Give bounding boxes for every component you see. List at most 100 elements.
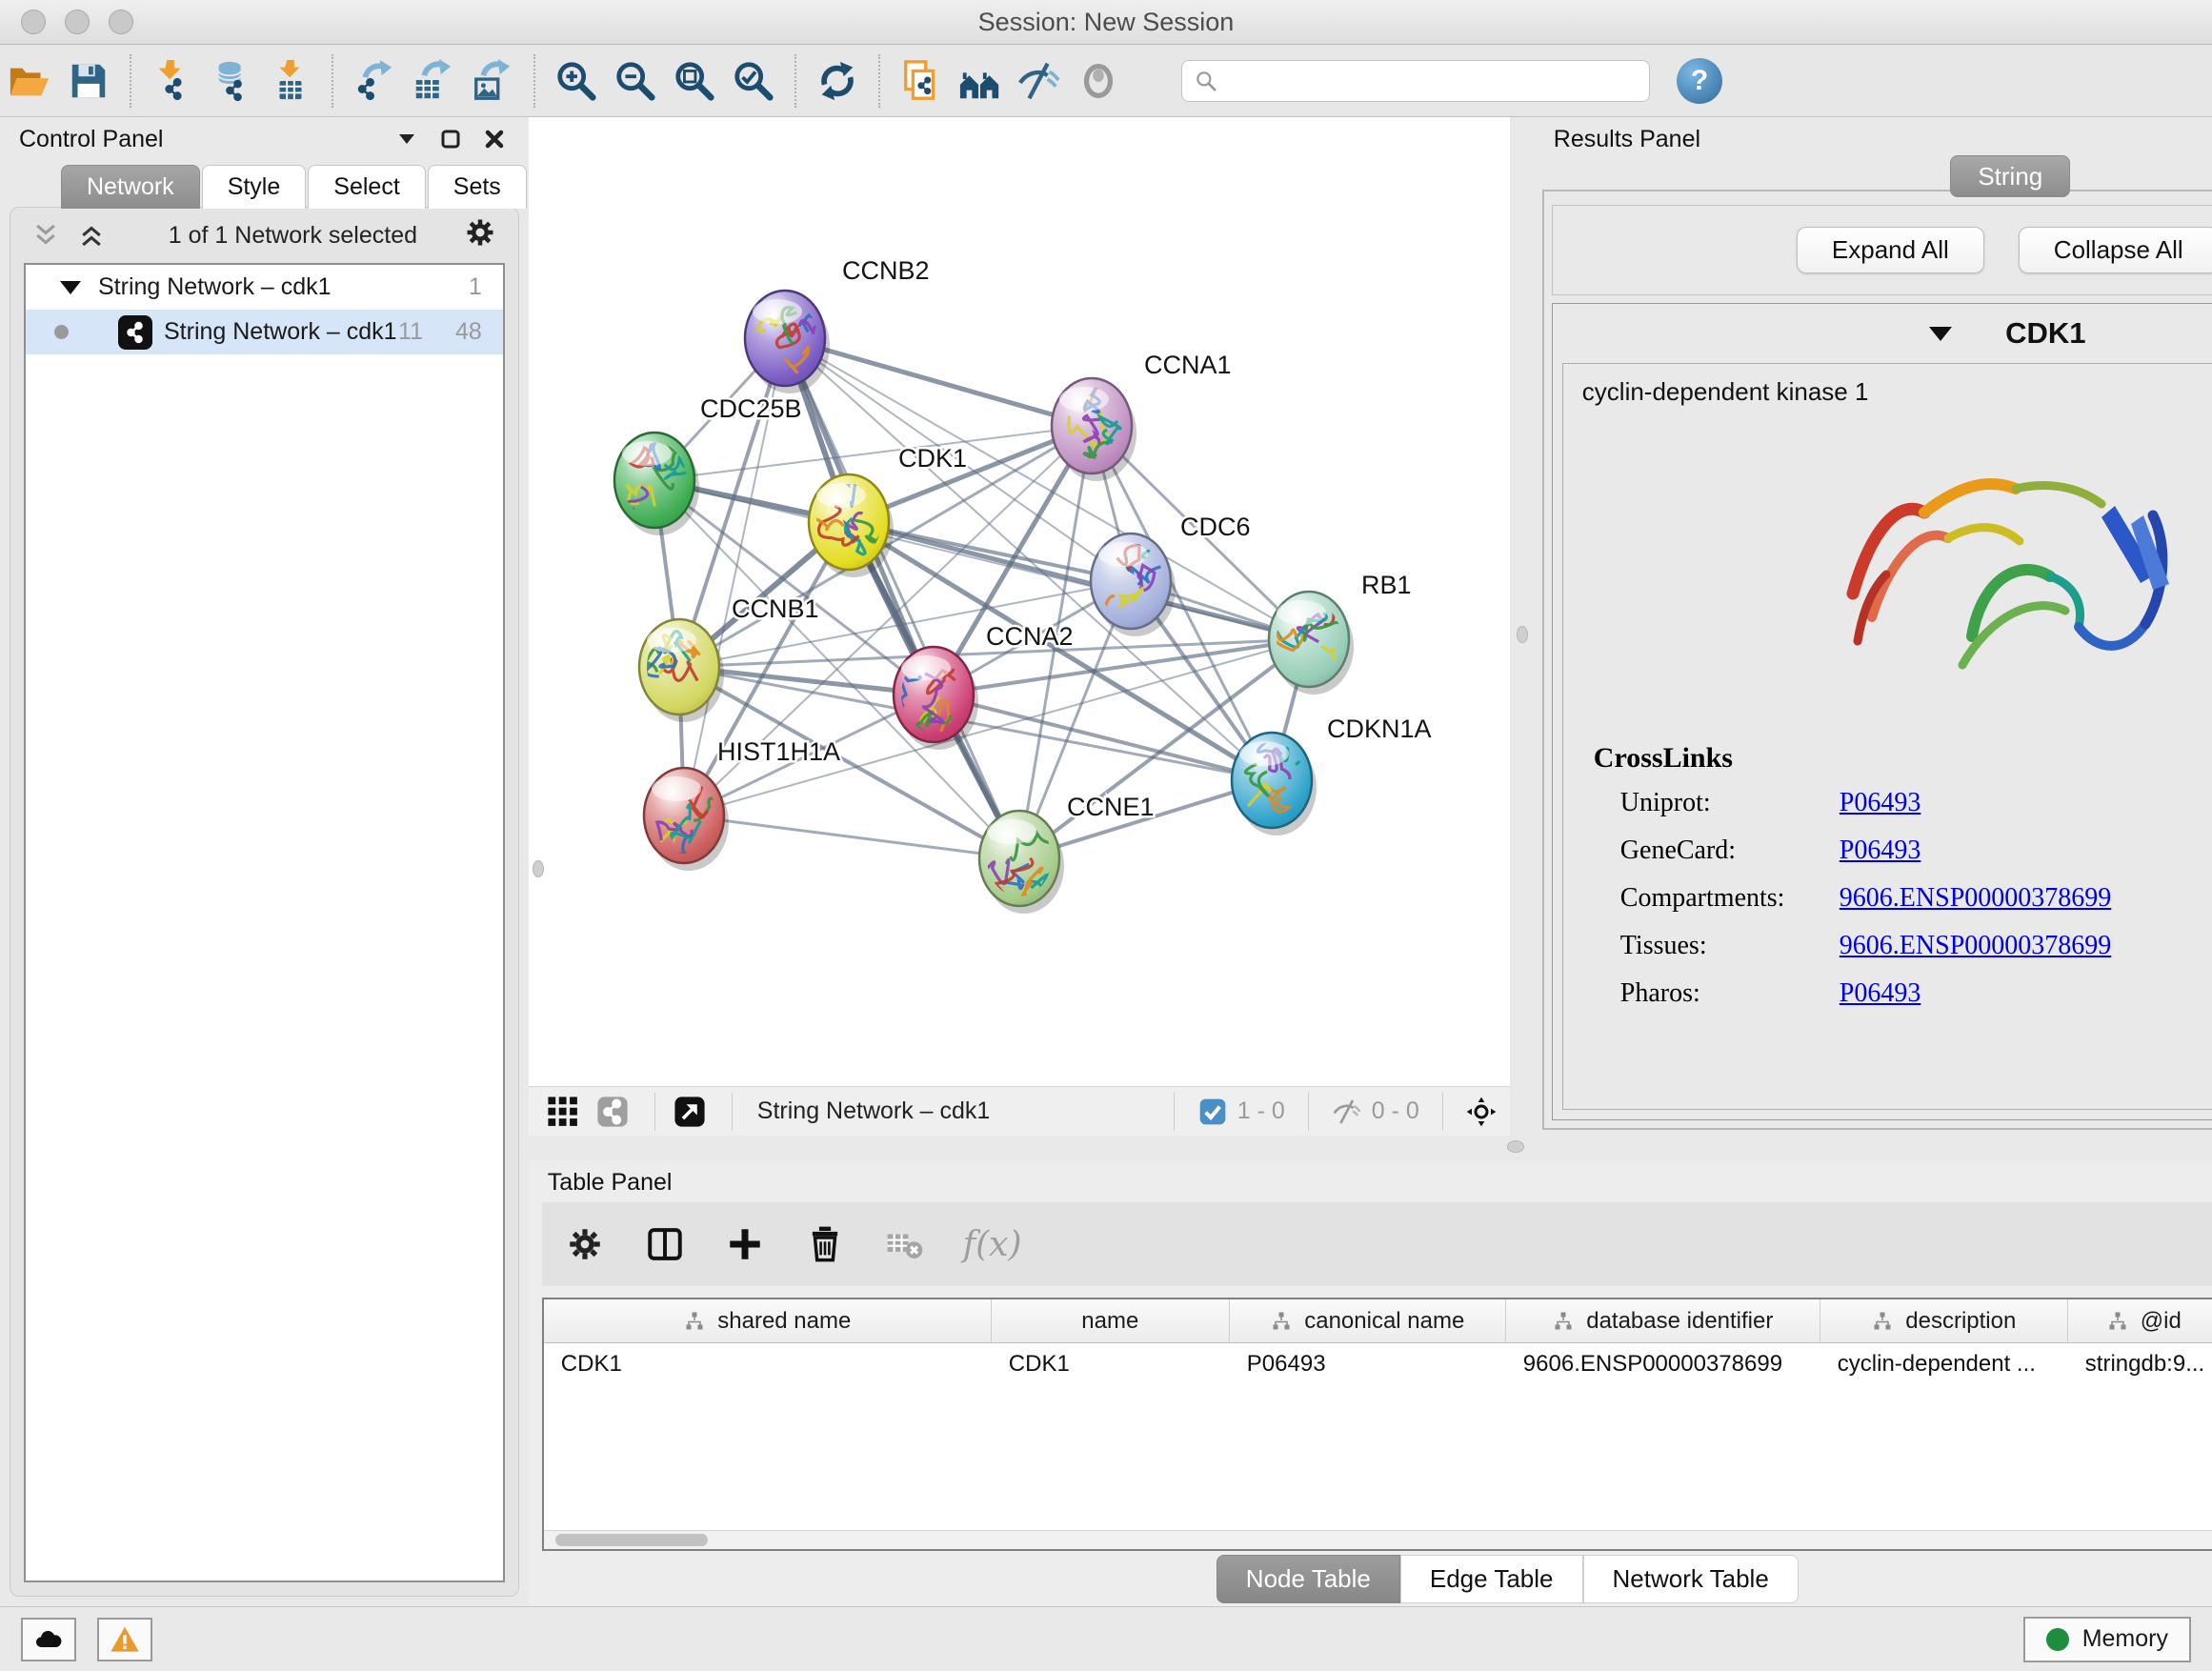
fit-content-crosshair-icon[interactable] — [1466, 1097, 1497, 1127]
help-button[interactable]: ? — [1677, 58, 1722, 104]
table-row[interactable]: CDK1CDK1P064939606.ENSP00000378699cyclin… — [544, 1343, 2212, 1385]
toolbar-separator — [794, 54, 796, 108]
tab-select[interactable]: Select — [308, 165, 425, 209]
column-header-id[interactable]: @id — [2068, 1299, 2212, 1342]
table-cell[interactable]: cyclin-dependent ... — [1820, 1343, 2068, 1385]
column-header-canonical-name[interactable]: canonical name — [1230, 1299, 1506, 1342]
network-node-CCNA1[interactable]: CCNA1 — [1052, 351, 1232, 481]
table-cell[interactable]: CDK1 — [544, 1343, 992, 1385]
network-options-gear-icon[interactable] — [463, 215, 497, 256]
column-header-database-identifier[interactable]: database identifier — [1506, 1299, 1820, 1342]
column-header-description[interactable]: description — [1820, 1299, 2068, 1342]
network-edge[interactable] — [684, 815, 1019, 858]
splitter-handle[interactable] — [1507, 1140, 1524, 1153]
hide-panels-icon[interactable] — [1010, 51, 1069, 111]
crosslink-link[interactable]: P06493 — [1840, 978, 1921, 1009]
zoom-fit-icon[interactable] — [665, 51, 724, 111]
panel-collapse-icon[interactable] — [395, 128, 418, 151]
network-view: CCNB2CCNA1CDC25BCDK1CDC6RB1CCNB1CCNA2CDK… — [529, 117, 1510, 1136]
crosslink-link[interactable]: P06493 — [1840, 788, 1921, 818]
table-cell[interactable]: P06493 — [1230, 1343, 1506, 1385]
network-node-HIST1H1A[interactable]: HIST1H1A — [644, 737, 840, 873]
gene-card-header[interactable]: CDK1 — [1553, 304, 2212, 363]
network-edge[interactable] — [785, 338, 1019, 858]
table-cell[interactable]: 9606.ENSP00000378699 — [1506, 1343, 1820, 1385]
manage-network-files-icon[interactable] — [892, 51, 951, 111]
splitter-handle[interactable] — [533, 860, 544, 877]
tab-node-table[interactable]: Node Table — [1217, 1555, 1400, 1603]
save-session-icon[interactable] — [59, 51, 118, 111]
network-node-CCNE1[interactable]: CCNE1 — [962, 793, 1154, 914]
column-header-shared-name[interactable]: shared name — [544, 1299, 992, 1342]
selected-checkbox-icon[interactable] — [1197, 1097, 1228, 1127]
network-collection-row[interactable]: String Network – cdk1 1 — [26, 265, 503, 310]
splitter-handle[interactable] — [1517, 626, 1528, 643]
warning-status-button[interactable] — [97, 1618, 152, 1661]
export-table-icon[interactable] — [404, 51, 463, 111]
network-tree: String Network – cdk1 1 String Network –… — [24, 263, 505, 1582]
import-database-icon[interactable] — [202, 51, 261, 111]
gene-card-expander-icon[interactable] — [1929, 327, 1952, 341]
node-label: CCNB1 — [732, 594, 819, 623]
column-type-icon — [2106, 1310, 2129, 1333]
open-in-new-window-icon[interactable] — [669, 1093, 711, 1131]
table-options-gear-icon[interactable] — [557, 1217, 613, 1272]
grid-view-icon[interactable] — [542, 1093, 584, 1131]
tab-style[interactable]: Style — [202, 165, 307, 209]
create-column-plus-icon[interactable] — [717, 1217, 773, 1272]
panel-close-icon[interactable] — [483, 128, 506, 151]
network-node-CDC6[interactable]: CDC6 — [1091, 513, 1251, 647]
export-image-icon[interactable] — [463, 51, 522, 111]
export-network-icon[interactable] — [345, 51, 404, 111]
table-tabs: Node Table Edge Table Network Table — [529, 1551, 2212, 1606]
crosslink-link[interactable]: 9606.ENSP00000378699 — [1840, 883, 2111, 914]
memory-button[interactable]: Memory — [2023, 1617, 2191, 1662]
network-row-selected[interactable]: String Network – cdk1 11 48 — [26, 310, 503, 354]
gene-name: CDK1 — [2005, 316, 2085, 351]
tab-string[interactable]: String — [1950, 155, 2070, 197]
network-edge[interactable] — [785, 338, 1092, 426]
scrollbar-thumb[interactable] — [555, 1534, 708, 1546]
network-canvas[interactable]: CCNB2CCNA1CDC25BCDK1CDC6RB1CCNB1CCNA2CDK… — [529, 117, 1510, 1086]
collapse-all-networks-icon[interactable] — [31, 221, 60, 250]
horizontal-splitter[interactable] — [529, 1136, 2212, 1160]
tab-sets[interactable]: Sets — [428, 165, 527, 209]
toolbar-icon-groups — [0, 51, 1128, 111]
import-network-icon[interactable] — [143, 51, 202, 111]
tab-network-table[interactable]: Network Table — [1583, 1555, 1799, 1603]
tab-network[interactable]: Network — [61, 165, 200, 209]
collection-expander-icon[interactable] — [60, 281, 81, 294]
expand-all-networks-icon[interactable] — [77, 221, 106, 250]
show-columns-icon[interactable] — [637, 1217, 693, 1272]
network-badge-icon[interactable] — [592, 1093, 633, 1131]
cloud-status-button[interactable] — [21, 1618, 76, 1661]
node-label: CDC25B — [700, 394, 802, 423]
table-horizontal-scrollbar[interactable] — [544, 1530, 2212, 1549]
collapse-all-button[interactable]: Collapse All — [2019, 227, 2212, 273]
crosslink-link[interactable]: 9606.ENSP00000378699 — [1840, 931, 2111, 961]
import-table-icon[interactable] — [261, 51, 320, 111]
network-node-CDK1[interactable]: CDK1 — [786, 444, 967, 577]
expand-all-button[interactable]: Expand All — [1797, 227, 1984, 273]
zoom-out-icon[interactable] — [606, 51, 665, 111]
network-node-RB1[interactable]: RB1 — [1269, 571, 1412, 695]
search-input[interactable] — [1226, 63, 1649, 99]
table-cell[interactable]: CDK1 — [992, 1343, 1230, 1385]
delete-column-trash-icon[interactable] — [797, 1217, 853, 1272]
zoom-in-icon[interactable] — [547, 51, 606, 111]
memory-label: Memory — [2082, 1625, 2168, 1653]
network-overview-icon[interactable] — [951, 51, 1010, 111]
open-session-icon[interactable] — [0, 51, 59, 111]
crosslink-link[interactable]: P06493 — [1840, 836, 1921, 866]
zoom-selected-icon[interactable] — [724, 51, 783, 111]
network-node-CDKN1A[interactable]: CDKN1A — [1232, 715, 1432, 836]
search-box[interactable] — [1181, 60, 1650, 102]
panel-float-icon[interactable] — [439, 128, 462, 151]
hidden-eye-slash-icon[interactable] — [1332, 1097, 1362, 1127]
table-cell[interactable]: stringdb:9... — [2068, 1343, 2212, 1385]
show-panels-icon[interactable] — [1069, 51, 1128, 111]
tab-edge-table[interactable]: Edge Table — [1400, 1555, 1583, 1603]
refresh-icon[interactable] — [808, 51, 867, 111]
column-header-name[interactable]: name — [992, 1299, 1230, 1342]
right-vertical-splitter[interactable] — [1510, 117, 1535, 1136]
